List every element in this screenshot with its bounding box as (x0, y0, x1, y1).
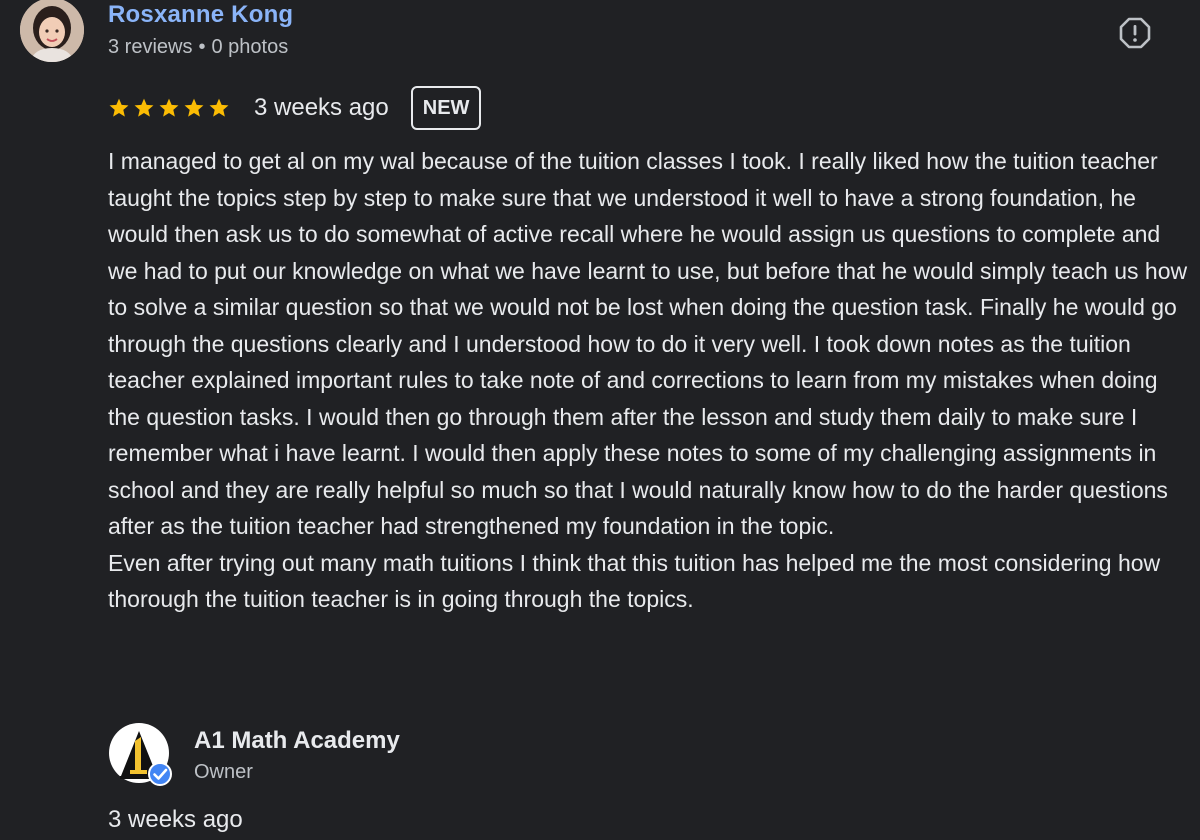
star-icon (184, 98, 204, 117)
owner-role: Owner (194, 761, 253, 783)
owner-name: A1 Math Academy (194, 727, 400, 754)
star-icon (209, 98, 229, 117)
meta-separator: • (198, 36, 206, 58)
a1-math-academy-logo (109, 723, 172, 786)
owner-avatar[interactable] (108, 722, 174, 788)
verified-badge-icon (148, 762, 172, 786)
reviewer-avatar[interactable] (20, 0, 84, 62)
review-count: 3 reviews (108, 36, 193, 58)
report-flag-icon (1119, 17, 1151, 49)
reviewer-name[interactable]: Rosxanne Kong (108, 1, 293, 29)
report-review-button[interactable] (1118, 16, 1152, 50)
owner-response-date: 3 weeks ago (108, 806, 243, 833)
star-icon (159, 98, 179, 117)
star-icon (134, 98, 154, 117)
review-date: 3 weeks ago (254, 94, 389, 121)
review-text: I managed to get al on my wal because of… (108, 148, 1188, 612)
reviewer-stats: 3 reviews • 0 photos (108, 36, 288, 59)
review-card: Rosxanne Kong 3 reviews • 0 photos 3 weeks… (0, 0, 1200, 840)
rating-row: 3 weeks ago NEW (108, 86, 482, 130)
new-badge: NEW (410, 86, 482, 130)
star-rating (108, 97, 230, 119)
reviewer-photo (20, 0, 84, 62)
photo-count: 0 photos (211, 36, 289, 58)
star-icon (109, 98, 129, 117)
